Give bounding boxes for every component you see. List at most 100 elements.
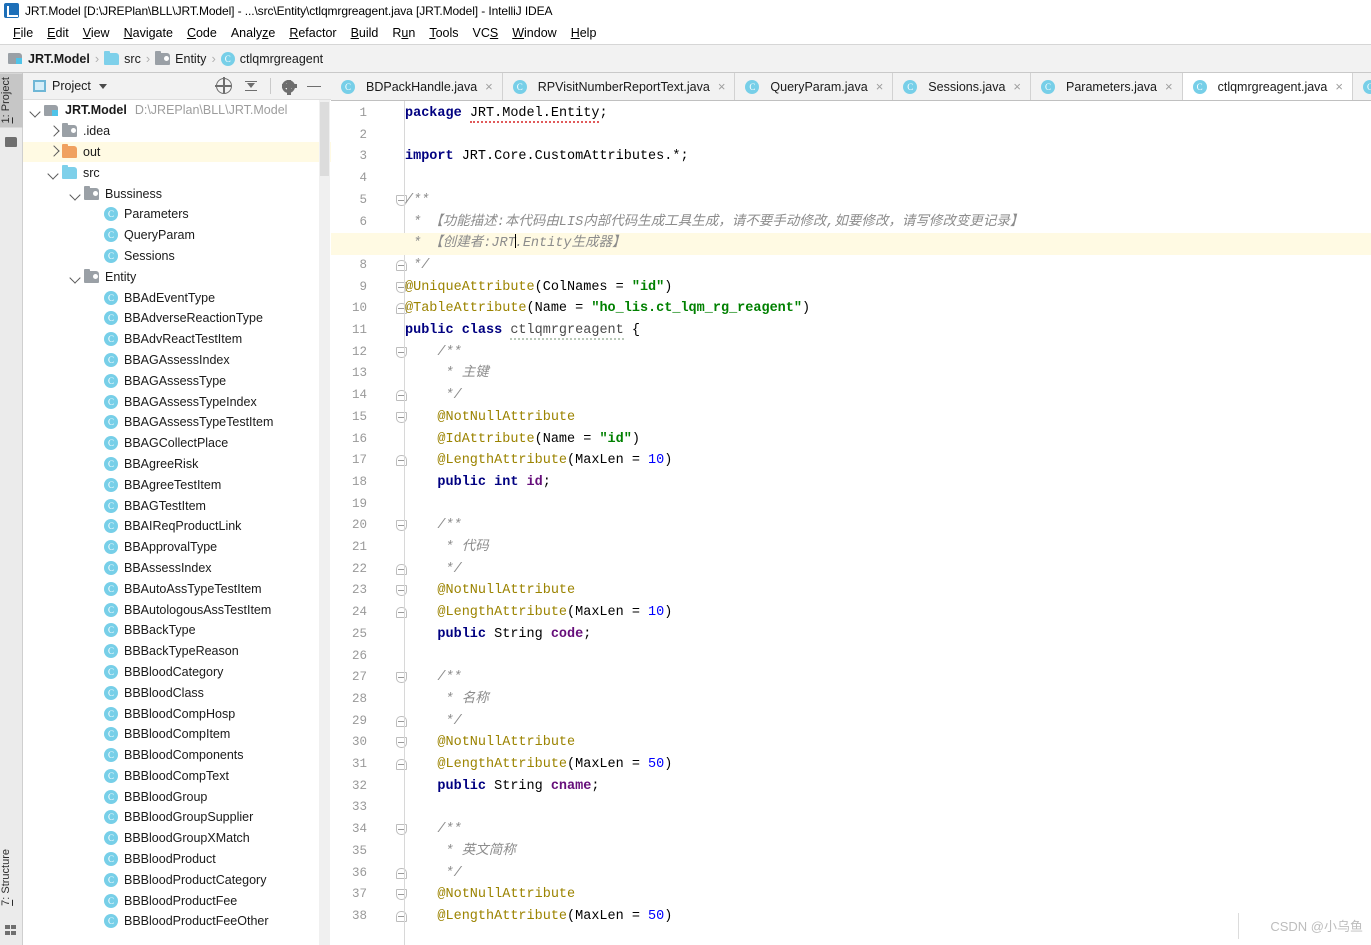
tree-item[interactable]: C BBBloodProduct: [23, 849, 331, 870]
collapse-all-icon[interactable]: [243, 78, 259, 94]
menu-item-view[interactable]: View: [76, 24, 117, 42]
tree-item[interactable]: C BBAGAssessTypeIndex: [23, 391, 331, 412]
tree-item[interactable]: C BBApprovalType: [23, 537, 331, 558]
code-line: @NotNullAttribute: [397, 732, 1371, 754]
menu-item-code[interactable]: Code: [180, 24, 224, 42]
menu-item-window[interactable]: Window: [505, 24, 563, 42]
tree-item[interactable]: JRT.Model D:\JREPlan\BLL\JRT.Model: [23, 100, 331, 121]
tree-item[interactable]: .idea: [23, 121, 331, 142]
tree-item[interactable]: C BBBloodClass: [23, 682, 331, 703]
tree-expander-closed[interactable]: [47, 125, 60, 138]
tree-item[interactable]: C BBAgreeTestItem: [23, 474, 331, 495]
tree-item[interactable]: C BBBloodProductFee: [23, 890, 331, 911]
menu-item-navigate[interactable]: Navigate: [117, 24, 180, 42]
code-editor[interactable]: 1234567891011121314151617181920212223242…: [331, 101, 1371, 945]
line-number: 21: [351, 540, 367, 554]
tree-item[interactable]: C BBBloodCompHosp: [23, 703, 331, 724]
tree-item[interactable]: out: [23, 141, 331, 163]
tree-item[interactable]: C Sessions: [23, 246, 331, 267]
breadcrumb-item-src[interactable]: src: [104, 50, 141, 66]
tree-item[interactable]: Bussiness: [23, 183, 331, 204]
tree-item[interactable]: C Parameters: [23, 204, 331, 225]
menu-item-file[interactable]: File: [6, 24, 40, 42]
structure-icon: [5, 925, 17, 936]
editor-tab[interactable]: C BDPackHandle.java ×: [331, 73, 503, 100]
tree-item[interactable]: C BBAssessIndex: [23, 558, 331, 579]
tree-item[interactable]: C BBAdverseReactionType: [23, 308, 331, 329]
tree-item[interactable]: C BBAGAssessType: [23, 370, 331, 391]
tree-item[interactable]: C BBBloodGroup: [23, 786, 331, 807]
editor-tab-bar: C BDPackHandle.java × C RPVisitNumberReportT…: [331, 73, 1371, 101]
locate-target-icon[interactable]: [215, 77, 232, 94]
tree-item[interactable]: C BBAGAssessIndex: [23, 350, 331, 371]
project-tree-scrollbar[interactable]: [319, 100, 330, 945]
tree-item[interactable]: C BBBackType: [23, 620, 331, 641]
project-tree[interactable]: JRT.Model D:\JREPlan\BLL\JRT.Model .idea ou…: [23, 100, 331, 945]
tree-item[interactable]: C QueryParam: [23, 225, 331, 246]
menu-item-vcs[interactable]: VCS: [466, 24, 506, 42]
editor-tab[interactable]: CBTTestCo: [1352, 73, 1371, 100]
close-icon[interactable]: ×: [1335, 80, 1343, 93]
editor-tab[interactable]: C Parameters.java ×: [1031, 73, 1183, 100]
menu-item-analyze[interactable]: Analyze: [224, 24, 282, 42]
breadcrumb-item-entity[interactable]: Entity: [155, 50, 206, 66]
tree-item[interactable]: C BBBackTypeReason: [23, 641, 331, 662]
tree-item[interactable]: C BBBloodComponents: [23, 745, 331, 766]
chevron-down-icon[interactable]: [98, 83, 107, 89]
editor-tab[interactable]: C Sessions.java ×: [893, 73, 1031, 100]
menu-item-tools[interactable]: Tools: [422, 24, 465, 42]
tree-item[interactable]: src: [23, 162, 331, 183]
tree-item[interactable]: C BBBloodGroupXMatch: [23, 828, 331, 849]
project-tree-scrollbar-thumb[interactable]: [320, 102, 329, 176]
tree-item[interactable]: C BBBloodCompItem: [23, 724, 331, 745]
tree-item[interactable]: C BBBloodProductCategory: [23, 869, 331, 890]
project-panel-title: Project: [52, 79, 91, 93]
tree-expander-open[interactable]: [69, 270, 82, 283]
tree-item-label: BBBloodClass: [124, 685, 204, 700]
tree-expander-open[interactable]: [69, 187, 82, 200]
code-line: /**: [397, 667, 1371, 689]
close-icon[interactable]: ×: [1013, 80, 1021, 93]
tree-item[interactable]: C BBAgreeRisk: [23, 454, 331, 475]
tree-item[interactable]: C BBBloodGroupSupplier: [23, 807, 331, 828]
tree-expander-closed[interactable]: [47, 145, 60, 158]
tree-item[interactable]: C BBBloodCategory: [23, 662, 331, 683]
close-icon[interactable]: ×: [485, 80, 493, 93]
tree-item[interactable]: C BBAutologousAssTestItem: [23, 599, 331, 620]
tree-item[interactable]: C BBAGTestItem: [23, 495, 331, 516]
editor-tab-active[interactable]: Cctlqmrgreagent.java ×: [1182, 73, 1353, 100]
menu-item-build[interactable]: Build: [344, 24, 386, 42]
tree-item[interactable]: C BBAdEventType: [23, 287, 331, 308]
tree-item[interactable]: C BBAGAssessTypeTestItem: [23, 412, 331, 433]
tree-item[interactable]: Entity: [23, 266, 331, 287]
tool-window-tab-project[interactable]: 1: Project: [0, 73, 23, 128]
tree-item[interactable]: C BBBloodProductFeeOther: [23, 911, 331, 932]
tree-item[interactable]: C BBAutoAssTypeTestItem: [23, 578, 331, 599]
project-panel-title-dropdown[interactable]: Project: [33, 79, 107, 93]
close-icon[interactable]: ×: [1165, 80, 1173, 93]
gear-icon[interactable]: [282, 79, 298, 95]
tree-item[interactable]: C BBAdvReactTestItem: [23, 329, 331, 350]
close-icon[interactable]: ×: [718, 80, 726, 93]
menu-item-edit[interactable]: Edit: [40, 24, 76, 42]
tool-window-tab-structure[interactable]: 7: Structure: [0, 845, 23, 910]
editor-code-area[interactable]: package JRT.Model.Entity; import JRT.Core…: [331, 101, 1371, 945]
code-line: @IdAttribute(Name = "id"): [397, 429, 1371, 451]
menu-item-run[interactable]: Run: [385, 24, 422, 42]
menu-item-help[interactable]: Help: [564, 24, 604, 42]
tree-item[interactable]: C BBBloodCompText: [23, 766, 331, 787]
module-icon: [8, 52, 23, 65]
editor-tab[interactable]: C RPVisitNumberReportText.java ×: [502, 73, 736, 100]
class-icon: C: [104, 768, 118, 783]
breadcrumb-item-jrt.model[interactable]: JRT.Model: [8, 52, 90, 66]
tree-item[interactable]: C BBAGCollectPlace: [23, 433, 331, 454]
tree-expander-open[interactable]: [29, 104, 42, 117]
minimize-icon[interactable]: [306, 78, 322, 94]
tree-item[interactable]: C BBAIReqProductLink: [23, 516, 331, 537]
tree-expander-open[interactable]: [47, 166, 60, 179]
editor-tab[interactable]: C QueryParam.java ×: [735, 73, 894, 100]
breadcrumb-item-ctlqmrgreagent[interactable]: Cctlqmrgreagent: [220, 51, 323, 66]
menu-item-refactor[interactable]: Refactor: [282, 24, 343, 42]
code-line: [397, 646, 1371, 668]
close-icon[interactable]: ×: [876, 80, 884, 93]
